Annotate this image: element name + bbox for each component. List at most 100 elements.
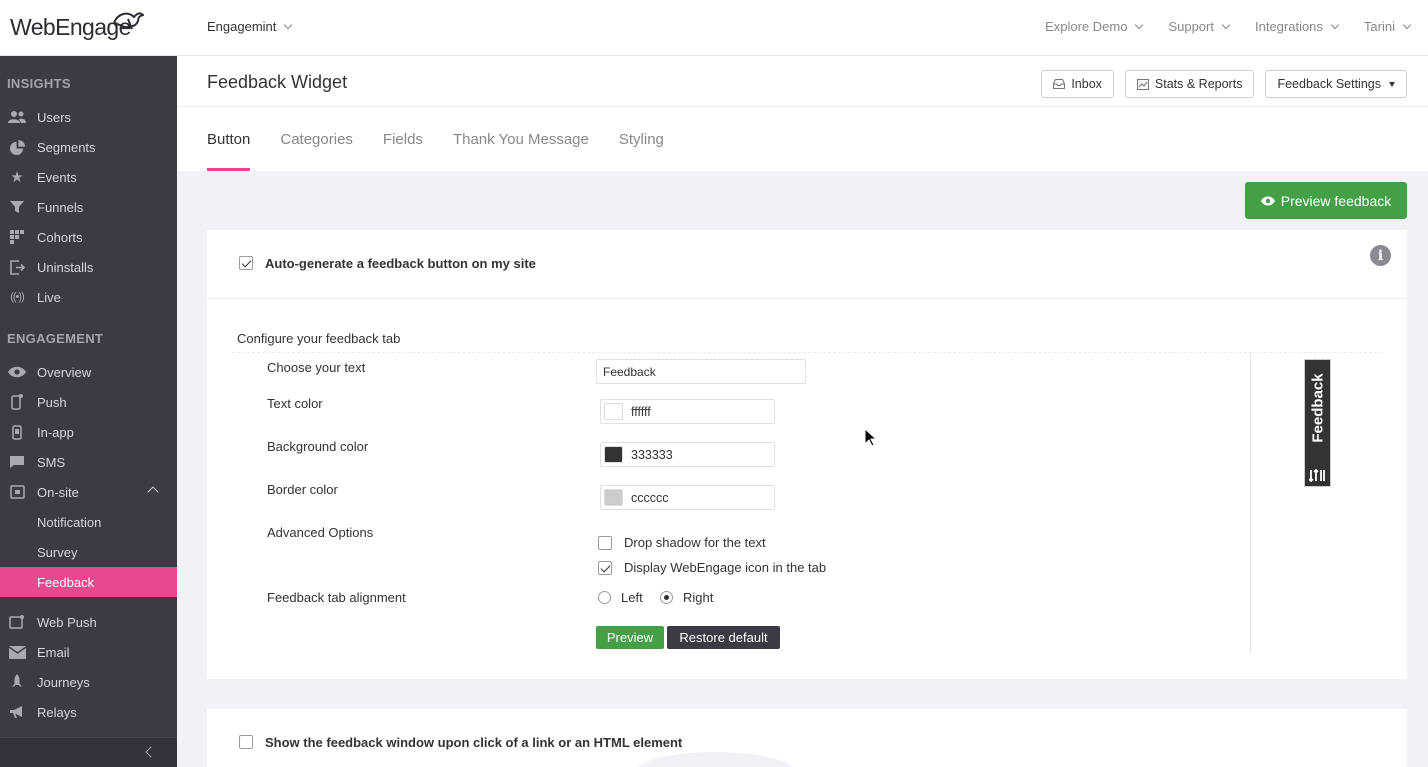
rocket-icon xyxy=(8,674,26,690)
show-window-checkbox[interactable] xyxy=(239,735,253,749)
engagement-section-title: ENGAGEMENT xyxy=(7,331,104,346)
integrations-label: Integrations xyxy=(1254,19,1323,34)
sidebar-item-uninstalls[interactable]: Uninstalls xyxy=(0,252,177,282)
sidebar-label: Overview xyxy=(37,364,92,380)
tab-button[interactable]: Button xyxy=(207,107,251,171)
top-nav: Explore Demo Support Integrations Tarini xyxy=(1045,19,1412,34)
chevron-down-icon xyxy=(1330,20,1340,29)
sidebar-item-cohorts[interactable]: Cohorts xyxy=(0,222,177,252)
collapse-sidebar-icon[interactable] xyxy=(145,746,157,758)
inbox-icon xyxy=(1053,79,1066,89)
align-left-radio[interactable] xyxy=(598,591,611,604)
sidebar-label: Users xyxy=(37,109,71,125)
auto-generate-checkbox[interactable] xyxy=(239,256,253,270)
sidebar-label: Relays xyxy=(37,704,77,720)
mobile-push-icon xyxy=(8,394,26,410)
drop-shadow-checkbox[interactable] xyxy=(598,536,612,550)
insights-section-title: INSIGHTS xyxy=(7,76,71,91)
display-icon-label: Display WebEngage icon in the tab xyxy=(624,560,827,575)
color-value: cccccc xyxy=(631,491,669,505)
sidebar-item-events[interactable]: ★ Events xyxy=(0,162,177,192)
project-switcher[interactable]: Engagemint xyxy=(207,19,293,34)
preview-divider xyxy=(1250,353,1251,653)
feedback-tab-preview[interactable]: Feedback xyxy=(1304,359,1331,487)
tab-bar: Button Categories Fields Thank You Messa… xyxy=(207,107,664,171)
button-config-card: Auto-generate a feedback button on my si… xyxy=(207,230,1407,679)
onsite-icon xyxy=(8,484,26,500)
inbox-button[interactable]: Inbox xyxy=(1041,70,1114,98)
preview-feedback-button[interactable]: Preview feedback xyxy=(1245,182,1407,219)
preview-button[interactable]: Preview xyxy=(596,626,664,649)
top-bar: WebEngage Engagemint Explore Demo Suppor… xyxy=(0,0,1428,56)
border-color-input[interactable]: cccccc xyxy=(600,485,775,510)
support-menu[interactable]: Support xyxy=(1168,19,1231,34)
sidebar-label: SMS xyxy=(37,454,66,470)
sidebar-item-journeys[interactable]: Journeys xyxy=(0,667,177,697)
sidebar-label: In-app xyxy=(37,424,74,440)
text-color-input[interactable]: ffffff xyxy=(600,399,775,424)
bird-icon xyxy=(112,12,144,30)
sidebar-item-survey[interactable]: Survey xyxy=(0,537,177,567)
sidebar-item-overview[interactable]: Overview xyxy=(0,357,177,387)
link-trigger-card: Show the feedback window upon click of a… xyxy=(207,709,1407,767)
project-name: Engagemint xyxy=(207,19,277,34)
feedback-tab-text: Feedback xyxy=(1309,373,1326,443)
page-title: Feedback Widget xyxy=(207,72,348,92)
sidebar-item-web-push[interactable]: Web Push xyxy=(0,607,177,637)
star-icon: ★ xyxy=(10,169,24,186)
caret-down-icon xyxy=(1389,81,1395,87)
sidebar-item-segments[interactable]: Segments xyxy=(0,132,177,162)
sidebar-label: Email xyxy=(37,644,70,660)
sidebar-item-in-app[interactable]: In-app xyxy=(0,417,177,447)
explore-demo-label: Explore Demo xyxy=(1045,19,1128,34)
tab-categories[interactable]: Categories xyxy=(280,107,353,171)
sidebar-label: Uninstalls xyxy=(37,259,94,275)
tab-thank-you-message[interactable]: Thank You Message xyxy=(453,107,589,171)
sidebar-label: Live xyxy=(37,289,61,305)
sidebar-item-users[interactable]: Users xyxy=(0,102,177,132)
integrations-menu[interactable]: Integrations xyxy=(1254,19,1340,34)
support-label: Support xyxy=(1168,19,1214,34)
sidebar-item-live[interactable]: ((•)) Live xyxy=(0,282,177,312)
color-swatch[interactable] xyxy=(604,489,623,506)
sidebar-label: Survey xyxy=(37,544,78,560)
tab-fields[interactable]: Fields xyxy=(383,107,423,171)
chevron-down-icon xyxy=(1135,20,1144,29)
explore-demo-menu[interactable]: Explore Demo xyxy=(1045,19,1144,34)
pie-chart-icon xyxy=(8,139,26,155)
sidebar-item-funnels[interactable]: Funnels xyxy=(0,192,177,222)
choose-text-label: Choose your text xyxy=(267,360,366,375)
sidebar-label: Cohorts xyxy=(37,229,83,245)
display-icon-checkbox[interactable] xyxy=(598,561,612,575)
feedback-text-input[interactable] xyxy=(596,359,806,384)
sidebar-label: Web Push xyxy=(37,614,97,630)
sidebar-item-feedback[interactable]: Feedback xyxy=(0,567,177,597)
stats-reports-button[interactable]: Stats & Reports xyxy=(1124,70,1255,98)
align-right-radio[interactable] xyxy=(660,591,673,604)
grid-icon xyxy=(8,229,26,245)
feedback-settings-label: Feedback Settings xyxy=(1277,77,1381,91)
webengage-logo[interactable]: WebEngage xyxy=(10,12,144,42)
sidebar-item-sms[interactable]: SMS xyxy=(0,447,177,477)
tab-styling[interactable]: Styling xyxy=(619,107,664,171)
chevron-down-icon xyxy=(284,20,293,29)
sidebar-label: Segments xyxy=(37,139,96,155)
sidebar-label: On-site xyxy=(37,484,79,500)
info-icon[interactable]: i xyxy=(1370,245,1391,266)
sidebar-item-on-site[interactable]: On-site xyxy=(0,477,177,507)
sidebar-item-email[interactable]: Email xyxy=(0,637,177,667)
user-menu[interactable]: Tarini xyxy=(1364,19,1412,34)
exit-icon xyxy=(8,259,26,275)
sidebar-item-notification[interactable]: Notification xyxy=(0,507,177,537)
stats-reports-label: Stats & Reports xyxy=(1154,77,1243,91)
header-actions: Inbox Stats & Reports Feedback Settings xyxy=(1041,70,1407,98)
color-swatch[interactable] xyxy=(604,403,623,420)
background-color-input[interactable]: 333333 xyxy=(600,442,775,467)
feedback-settings-button[interactable]: Feedback Settings xyxy=(1265,70,1407,98)
color-swatch[interactable] xyxy=(604,446,623,463)
restore-default-button[interactable]: Restore default xyxy=(667,626,780,649)
color-value: ffffff xyxy=(631,405,651,419)
sidebar-item-relays[interactable]: Relays xyxy=(0,697,177,727)
sidebar-item-push[interactable]: Push xyxy=(0,387,177,417)
envelope-icon xyxy=(8,644,26,660)
